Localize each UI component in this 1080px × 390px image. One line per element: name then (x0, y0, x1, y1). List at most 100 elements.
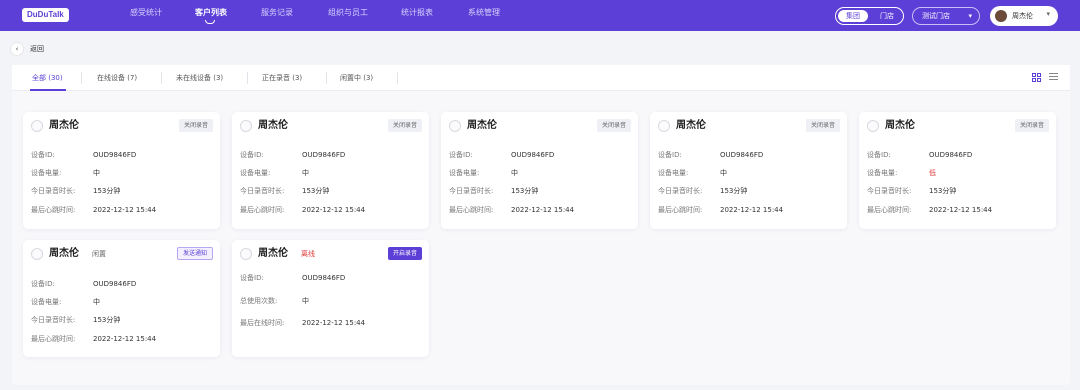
info-value: OUD9846FD (302, 274, 346, 282)
chevron-down-icon: ▾ (1046, 10, 1050, 18)
info-label: 设备ID: (240, 274, 264, 282)
device-card[interactable]: 周杰伦 关闭录音 设备ID: OUD9846FD 设备电量: 中 今日录音时长: 15… (23, 112, 220, 229)
back-arrow-icon[interactable]: ‹ (11, 43, 23, 55)
info-value: 153分钟 (929, 187, 957, 195)
info-label: 设备ID: (31, 280, 55, 288)
grid-view-icon[interactable] (1032, 73, 1041, 82)
info-label: 设备电量: (240, 169, 271, 177)
device-card[interactable]: 周杰伦 关闭录音 设备ID: OUD9846FD 设备电量: 低 今日录音时长: 15… (859, 112, 1056, 229)
info-value: OUD9846FD (511, 151, 555, 159)
group-store-toggle: 集团 门店 (835, 7, 904, 25)
app-logo[interactable]: DuDuTalk (22, 8, 69, 22)
info-value: 153分钟 (93, 316, 121, 324)
nav-active-indicator (205, 20, 215, 24)
info-value: 2022-12-12 15:44 (720, 206, 784, 214)
avatar (995, 10, 1007, 22)
info-value: OUD9846FD (93, 280, 137, 288)
tab-recording[interactable]: 正在录音 (3) (262, 65, 302, 91)
tab-idle[interactable]: 闲置中 (3) (340, 65, 373, 91)
nav-item-feeling-stats[interactable]: 感受统计 (130, 8, 162, 18)
info-value: 153分钟 (720, 187, 748, 195)
info-value: 中 (302, 297, 309, 305)
tab-all[interactable]: 全部 (30) (32, 65, 63, 91)
info-label: 今日录音时长: (449, 187, 494, 195)
user-name: 周杰伦 (1012, 12, 1033, 20)
device-card[interactable]: 周杰伦 离线 开启录音 设备ID: OUD9846FD 总使用次数: 中 最后在线时… (232, 240, 429, 357)
close-recording-button[interactable]: 关闭录音 (596, 119, 631, 132)
info-label: 设备ID: (867, 151, 891, 159)
info-label: 今日录音时长: (31, 316, 76, 324)
status-badge: 闲置 (92, 250, 106, 258)
info-label: 最后心跳时间: (867, 206, 912, 214)
nav-item-system-settings[interactable]: 系统管理 (468, 8, 500, 18)
info-label: 设备电量: (867, 169, 898, 177)
device-owner-name: 周杰伦 (676, 120, 706, 131)
store-select[interactable]: 测试门店 ▾ (912, 7, 980, 25)
info-label: 今日录音时长: (240, 187, 285, 195)
tab-divider (81, 72, 82, 84)
info-label: 最后心跳时间: (31, 206, 76, 214)
info-label: 设备ID: (31, 151, 55, 159)
nav-item-org-staff[interactable]: 组织与员工 (328, 8, 368, 18)
close-recording-button[interactable]: 关闭录音 (387, 119, 422, 132)
info-value: 2022-12-12 15:44 (511, 206, 575, 214)
tab-divider (326, 72, 327, 84)
avatar (658, 120, 670, 132)
info-value: 153分钟 (302, 187, 330, 195)
close-recording-button[interactable]: 关闭录音 (1014, 119, 1049, 132)
toggle-group-option[interactable]: 集团 (838, 10, 868, 22)
info-label: 最后心跳时间: (658, 206, 703, 214)
avatar (31, 120, 43, 132)
info-value: 中 (302, 169, 309, 177)
info-label: 最后在线时间: (240, 319, 285, 327)
info-label: 设备电量: (449, 169, 480, 177)
device-card[interactable]: 周杰伦 闲置 发送通知 设备ID: OUD9846FD 设备电量: 中 今日录音时长… (23, 240, 220, 357)
tab-active-indicator (30, 89, 66, 91)
avatar (449, 120, 461, 132)
toggle-store-option[interactable]: 门店 (872, 10, 902, 22)
info-value: OUD9846FD (302, 151, 346, 159)
info-value: 2022-12-12 15:44 (302, 206, 366, 214)
info-value: 中 (511, 169, 518, 177)
device-card[interactable]: 周杰伦 关闭录音 设备ID: OUD9846FD 设备电量: 中 今日录音时长: 15… (650, 112, 847, 229)
status-badge: 离线 (301, 250, 315, 258)
nav-item-reports[interactable]: 统计报表 (401, 8, 433, 18)
chevron-down-icon: ▾ (968, 12, 972, 20)
device-owner-name: 周杰伦 (258, 248, 288, 259)
close-recording-button[interactable]: 关闭录音 (178, 119, 213, 132)
tab-online[interactable]: 在线设备 (7) (97, 65, 137, 91)
device-owner-name: 周杰伦 (467, 120, 497, 131)
back-link[interactable]: 返回 (30, 44, 44, 54)
user-menu[interactable]: 周杰伦 ▾ (990, 6, 1058, 26)
info-value: OUD9846FD (929, 151, 973, 159)
avatar (240, 120, 252, 132)
info-value: 中 (93, 298, 100, 306)
info-label: 总使用次数: (240, 297, 278, 305)
info-label: 今日录音时长: (658, 187, 703, 195)
info-label: 最后心跳时间: (31, 335, 76, 343)
info-value: 153分钟 (93, 187, 121, 195)
list-view-icon[interactable] (1049, 73, 1058, 82)
info-label: 今日录音时长: (867, 187, 912, 195)
close-recording-button[interactable]: 关闭录音 (805, 119, 840, 132)
start-recording-button[interactable]: 开启录音 (387, 247, 422, 260)
device-owner-name: 周杰伦 (49, 120, 79, 131)
nav-item-customer-list[interactable]: 客户列表 (195, 8, 227, 18)
info-value: 2022-12-12 15:44 (93, 335, 157, 343)
nav-item-service-records[interactable]: 服务记录 (261, 8, 293, 18)
device-card[interactable]: 周杰伦 关闭录音 设备ID: OUD9846FD 设备电量: 中 今日录音时长: 15… (232, 112, 429, 229)
info-label: 今日录音时长: (31, 187, 76, 195)
info-label: 设备ID: (240, 151, 264, 159)
tab-divider (397, 72, 398, 84)
tab-offline[interactable]: 未在线设备 (3) (176, 65, 223, 91)
info-label: 设备电量: (658, 169, 689, 177)
device-card[interactable]: 周杰伦 关闭录音 设备ID: OUD9846FD 设备电量: 中 今日录音时长: 15… (441, 112, 638, 229)
info-label: 设备电量: (31, 298, 62, 306)
tab-divider (161, 72, 162, 84)
info-label: 设备ID: (658, 151, 682, 159)
info-value: 中 (720, 169, 727, 177)
info-value: 2022-12-12 15:44 (929, 206, 993, 214)
tab-divider (247, 72, 248, 84)
avatar (867, 120, 879, 132)
send-notification-button[interactable]: 发送通知 (176, 247, 213, 260)
